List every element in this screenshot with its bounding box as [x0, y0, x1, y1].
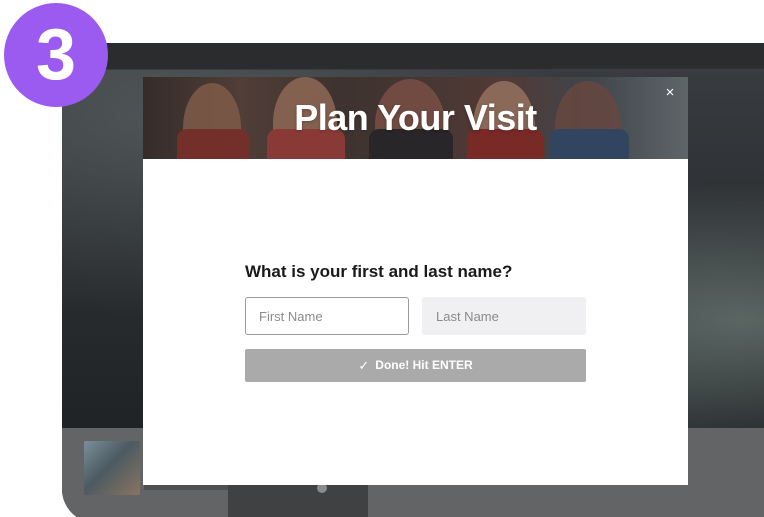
- name-form: What is your first and last name? ✓ Done!…: [245, 261, 586, 382]
- background-thumbnail-image: [84, 441, 140, 495]
- background-panel: [228, 481, 368, 517]
- screenshot-stage: Plan Your Visit × What is your first and…: [0, 0, 764, 517]
- modal-title: Plan Your Visit: [294, 97, 537, 138]
- name-fields: [245, 297, 586, 335]
- step-number: 3: [35, 15, 77, 95]
- close-icon[interactable]: ×: [662, 85, 678, 101]
- submit-button-label: Done! Hit ENTER: [375, 357, 473, 372]
- first-name-input[interactable]: [245, 297, 409, 335]
- form-question: What is your first and last name?: [245, 262, 513, 281]
- modal-hero-banner: Plan Your Visit ×: [143, 77, 688, 159]
- last-name-input[interactable]: [422, 297, 586, 335]
- check-icon: ✓: [358, 357, 370, 373]
- done-submit-button[interactable]: ✓ Done! Hit ENTER: [245, 349, 586, 382]
- step-number-badge: 3: [4, 3, 108, 107]
- background-nav-bar: [62, 43, 764, 70]
- plan-visit-modal: Plan Your Visit × What is your first and…: [143, 77, 688, 485]
